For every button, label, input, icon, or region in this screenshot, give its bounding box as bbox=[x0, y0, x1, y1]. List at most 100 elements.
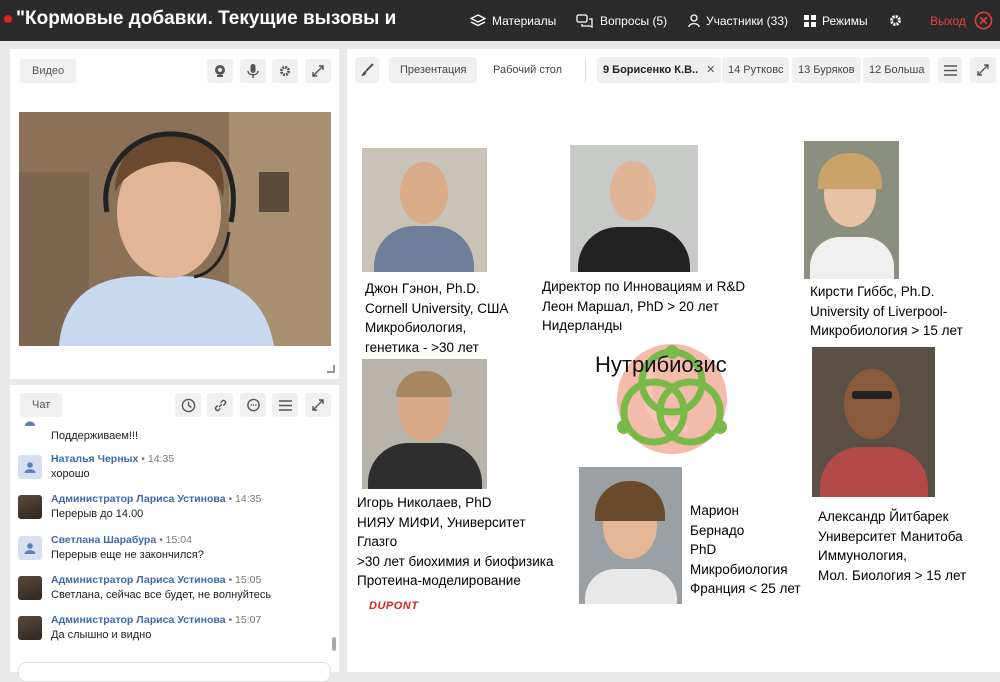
chat-expand-button[interactable] bbox=[305, 393, 331, 417]
microphone-button[interactable] bbox=[240, 59, 266, 83]
camera-button[interactable] bbox=[207, 59, 233, 83]
caption-line: Бернадо bbox=[690, 522, 745, 538]
caption-line: Игорь Николаев, PhD bbox=[357, 495, 492, 510]
comments-button[interactable] bbox=[240, 393, 266, 417]
chat-message-author: Наталья Черных bbox=[51, 453, 139, 465]
speaker-caption: Джон Гэнон, Ph.D. Cornell University, СШ… bbox=[365, 279, 508, 357]
user-icon bbox=[24, 543, 36, 554]
avatar bbox=[18, 616, 42, 640]
chat-message-meta: Администратор Лариса Устинова • 14:35 bbox=[51, 493, 261, 505]
chat-message-text: Светлана, сейчас все будет, не волнуйтес… bbox=[51, 589, 272, 601]
caption-line: Леон Маршал, PhD > 20 лет bbox=[542, 298, 719, 314]
caption-line: Кирсти Гиббс, Ph.D. bbox=[810, 284, 935, 299]
close-circle-icon bbox=[974, 11, 993, 30]
tab-active-speaker[interactable]: 9 Борисенко К.В.. ✕ bbox=[597, 57, 722, 83]
recording-indicator bbox=[4, 15, 12, 23]
caption-line: >30 лет биохимия и биофизика bbox=[357, 553, 554, 569]
close-icon[interactable]: ✕ bbox=[706, 64, 715, 76]
chat-message-author: Администратор Лариса Устинова bbox=[51, 574, 226, 586]
microphone-icon bbox=[247, 63, 259, 78]
video-expand-button[interactable] bbox=[305, 59, 331, 83]
user-icon bbox=[24, 462, 36, 473]
questions-label: Вопросы (5) bbox=[600, 13, 668, 28]
webcam-feed bbox=[19, 112, 331, 346]
exit-button[interactable]: Выход bbox=[930, 0, 999, 41]
user-icon bbox=[25, 421, 35, 426]
chat-message-text: Да слышно и видно bbox=[51, 629, 152, 641]
avatar bbox=[18, 536, 42, 560]
chat-message-time: • 14:35 bbox=[225, 493, 262, 505]
chat-label: Чат bbox=[20, 393, 63, 417]
video-settings-button[interactable] bbox=[272, 59, 298, 83]
caption-line: Александр Йитбарек bbox=[818, 509, 949, 524]
tabs-menu-button[interactable] bbox=[938, 57, 962, 83]
caption-line: Джон Гэнон, Ph.D. bbox=[365, 281, 480, 296]
caption-line: Микробиология > 15 лет bbox=[810, 323, 963, 338]
draw-tool-button[interactable] bbox=[355, 57, 379, 83]
logo-title: Нутрибиозис bbox=[595, 352, 727, 377]
brush-icon bbox=[361, 63, 374, 76]
caption-line: Директор по Инновациям и R&D bbox=[542, 279, 746, 294]
expand-icon bbox=[312, 65, 324, 77]
speaker-photo bbox=[362, 359, 487, 489]
expand-icon bbox=[312, 399, 324, 411]
tab-speaker-12[interactable]: 12 Больша bbox=[863, 57, 931, 83]
materials-button[interactable]: Материалы bbox=[470, 0, 556, 41]
participants-button[interactable]: Участники (33) bbox=[688, 0, 788, 41]
speaker-photo bbox=[570, 145, 698, 272]
avatar bbox=[18, 495, 42, 519]
presentation-expand-button[interactable] bbox=[970, 57, 996, 83]
speaker-caption: Игорь Николаев, PhD НИЯУ МИФИ, Университ… bbox=[357, 493, 554, 591]
chat-menu-button[interactable] bbox=[272, 393, 298, 417]
participants-label: Участники (33) bbox=[706, 13, 789, 28]
nutribiosis-logo-icon bbox=[617, 344, 727, 454]
toolbar-divider bbox=[585, 57, 586, 83]
caption-line: Микробиология bbox=[690, 561, 788, 577]
grid-icon bbox=[804, 14, 816, 27]
presentation-slide: Джон Гэнон, Ph.D. Cornell University, СШ… bbox=[347, 109, 1000, 669]
settings-button[interactable] bbox=[888, 0, 909, 41]
tab-desktop[interactable]: Рабочий стол bbox=[487, 57, 568, 83]
chat-message-meta: Администратор Лариса Устинова • 15:05 bbox=[51, 574, 261, 586]
link-icon bbox=[214, 399, 226, 411]
speaker-photo bbox=[362, 148, 487, 272]
chat-message-time: • 15:05 bbox=[225, 574, 262, 586]
chat-panel: Чат Поддерживаем!!! Наталья Черных • 14:… bbox=[10, 385, 339, 682]
presentation-panel: Презентация Рабочий стол 9 Борисенко К.В… bbox=[347, 49, 1000, 672]
chat-message-text: Перерыв еще не закончился? bbox=[51, 549, 204, 561]
caption-line: Франция < 25 лет bbox=[690, 581, 801, 596]
chat-message-author: Администратор Лариса Устинова bbox=[51, 493, 226, 505]
tab-speaker-13[interactable]: 13 Буряков bbox=[792, 57, 861, 83]
chat-scrollbar[interactable] bbox=[332, 637, 336, 651]
chat-message-list[interactable]: Поддерживаем!!! Наталья Черных • 14:35 х… bbox=[10, 421, 332, 643]
expand-icon bbox=[977, 64, 989, 76]
chat-message-author: Администратор Лариса Устинова bbox=[51, 614, 226, 626]
speaker-video-image bbox=[19, 112, 331, 346]
link-button[interactable] bbox=[207, 393, 233, 417]
modes-button[interactable]: Режимы bbox=[804, 0, 868, 41]
caption-line: Университет Манитоба bbox=[818, 528, 963, 544]
speaker-caption: Марион Бернадо PhD Микробиология Франция… bbox=[690, 501, 801, 599]
caption-line: Марион bbox=[690, 503, 739, 518]
questions-button[interactable]: Вопросы (5) bbox=[576, 0, 667, 41]
dupont-logo: DUPONT bbox=[369, 600, 419, 612]
tab-presentation[interactable]: Презентация bbox=[389, 57, 478, 83]
video-resize-handle[interactable] bbox=[327, 365, 335, 373]
caption-line: Мол. Биология > 15 лет bbox=[818, 567, 967, 583]
webcam-icon bbox=[215, 65, 225, 77]
history-button[interactable] bbox=[175, 393, 201, 417]
tab-speaker-14[interactable]: 14 Рутковс bbox=[722, 57, 790, 83]
layers-icon bbox=[470, 13, 486, 26]
chat-message-text: хорошо bbox=[51, 468, 90, 480]
chat-input[interactable] bbox=[18, 662, 331, 682]
caption-line: Иммунология, bbox=[818, 548, 907, 563]
gear-icon bbox=[890, 15, 901, 26]
user-icon bbox=[688, 13, 700, 27]
chat-message-time: • 14:35 bbox=[138, 453, 175, 465]
chat-message-meta: Наталья Черных • 14:35 bbox=[51, 453, 174, 465]
caption-line: генетика - >30 лет bbox=[365, 339, 479, 355]
caption-line: Протеина-моделирование bbox=[357, 573, 521, 588]
speaker-caption: Кирсти Гиббс, Ph.D. University of Liverp… bbox=[810, 282, 963, 341]
top-bar: "Кормовые добавки. Текущие вызовы и Мате… bbox=[0, 0, 1000, 41]
caption-line: PhD bbox=[690, 542, 717, 557]
